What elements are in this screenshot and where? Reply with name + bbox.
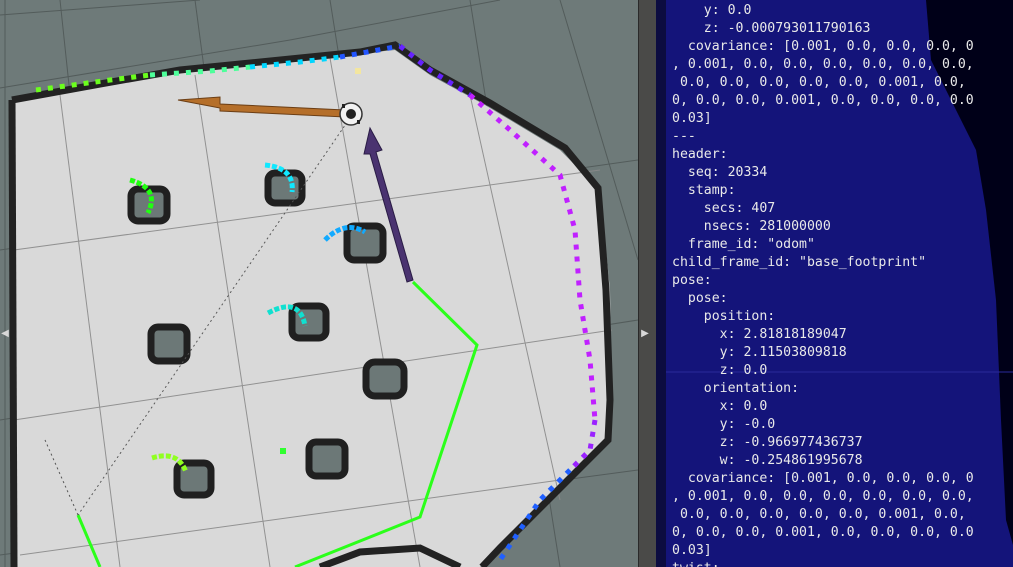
terminal-line: orientation: bbox=[672, 381, 800, 396]
desktop-window: ◀ ▶ y: 0.0 z: -0.000793011790163 covaria… bbox=[0, 0, 1013, 567]
terminal-line: twist: bbox=[672, 560, 974, 567]
terminal-output: y: 0.0 z: -0.000793011790163 covariance:… bbox=[672, 2, 974, 567]
terminal-line: secs: 407 bbox=[672, 201, 776, 216]
terminal-line: z: 0.0 bbox=[672, 363, 768, 378]
rviz-panel: ◀ bbox=[0, 0, 656, 567]
terminal-line: 0.03] bbox=[672, 111, 712, 126]
terminal-line: seq: 20334 bbox=[672, 165, 768, 180]
terminal-panel[interactable]: y: 0.0 z: -0.000793011790163 covariance:… bbox=[656, 0, 1013, 567]
terminal-line: nsecs: 281000000 bbox=[672, 219, 831, 234]
terminal-line: 0.03] bbox=[672, 543, 712, 558]
terminal-line: 0, 0.0, 0.0, 0.001, 0.0, 0.0, 0.0, 0.0 bbox=[672, 525, 974, 540]
terminal-line: y: -0.0 bbox=[672, 417, 776, 432]
terminal-line: covariance: [0.001, 0.0, 0.0, 0.0, 0 bbox=[672, 471, 974, 486]
terminal-line: , 0.001, 0.0, 0.0, 0.0, 0.0, 0.0, 0.0, bbox=[672, 57, 974, 72]
goal-marker bbox=[355, 68, 361, 74]
terminal-line: z: -0.966977436737 bbox=[672, 435, 863, 450]
terminal-line: child_frame_id: "base_footprint" bbox=[672, 255, 927, 270]
terminal-line: w: -0.254861995678 bbox=[672, 453, 863, 468]
terminal-line: 0, 0.0, 0.0, 0.001, 0.0, 0.0, 0.0, 0.0 bbox=[672, 93, 974, 108]
terminal-line: pose: bbox=[672, 291, 728, 306]
terminal-line: --- bbox=[672, 129, 696, 144]
terminal-line: 0.0, 0.0, 0.0, 0.0, 0.0, 0.001, 0.0, bbox=[672, 507, 974, 522]
scan-point bbox=[280, 448, 286, 454]
collapse-right-arrow-icon[interactable]: ▶ bbox=[640, 327, 650, 341]
terminal-line: 0.0, 0.0, 0.0, 0.0, 0.0, 0.001, 0.0, bbox=[672, 75, 974, 90]
terminal-line: header: bbox=[672, 147, 728, 162]
pane-splitter[interactable]: ▶ bbox=[638, 0, 657, 567]
terminal-line: position: bbox=[672, 309, 776, 324]
terminal-line: y: 0.0 bbox=[672, 3, 752, 18]
terminal-line: covariance: [0.001, 0.0, 0.0, 0.0, 0 bbox=[672, 39, 974, 54]
terminal-line: pose: bbox=[672, 273, 712, 288]
terminal-line: z: -0.000793011790163 bbox=[672, 21, 871, 36]
terminal-line: y: 2.11503809818 bbox=[672, 345, 847, 360]
robot-icon[interactable] bbox=[339, 102, 363, 126]
rviz-3d-viewport[interactable] bbox=[0, 0, 638, 567]
terminal-line: x: 2.81818189047 bbox=[672, 327, 847, 342]
terminal-line: stamp: bbox=[672, 183, 736, 198]
terminal-line: x: 0.0 bbox=[672, 399, 768, 414]
terminal-line: , 0.001, 0.0, 0.0, 0.0, 0.0, 0.0, 0.0, bbox=[672, 489, 974, 504]
collapse-left-arrow-icon[interactable]: ◀ bbox=[0, 327, 10, 341]
terminal-line: frame_id: "odom" bbox=[672, 237, 815, 252]
